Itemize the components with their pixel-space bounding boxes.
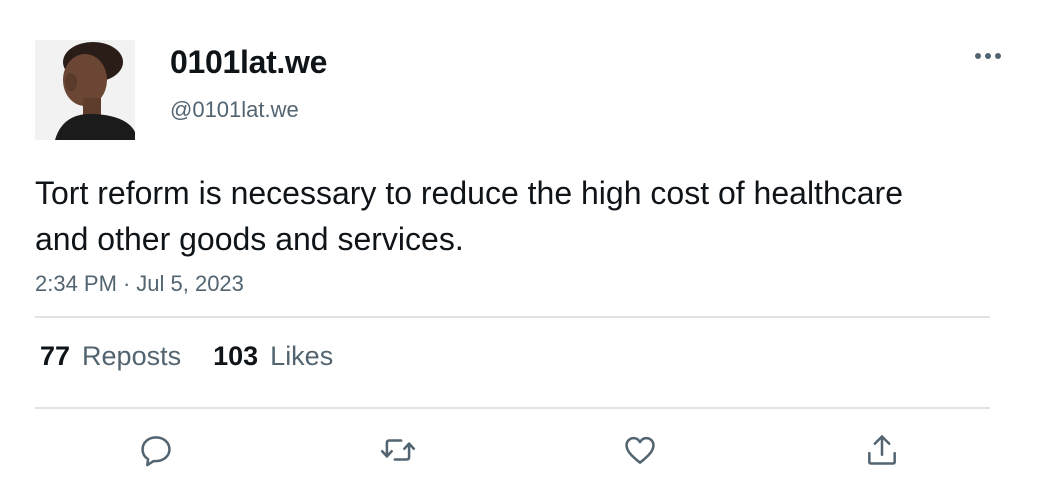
tweet-timestamp[interactable]: 2:34 PM · Jul 5, 2023 <box>35 271 244 297</box>
handle[interactable]: @0101lat.we <box>170 97 299 123</box>
reposts-stat[interactable]: 77 Reposts <box>40 341 181 372</box>
share-button[interactable] <box>860 428 904 472</box>
meta-separator: · <box>122 271 131 296</box>
display-name[interactable]: 0101lat.we <box>170 44 327 81</box>
reposts-label: Reposts <box>82 341 182 371</box>
more-icon <box>975 53 1001 59</box>
divider-top <box>35 316 990 318</box>
repost-icon <box>380 439 416 461</box>
reply-icon <box>141 436 171 467</box>
tweet-date: Jul 5, 2023 <box>136 271 244 296</box>
avatar[interactable] <box>35 40 135 140</box>
profile-photo-icon <box>35 40 135 140</box>
engagement-stats: 77 Reposts 103 Likes <box>40 341 333 372</box>
reply-button[interactable] <box>134 428 178 472</box>
like-button[interactable] <box>618 428 662 472</box>
like-icon <box>625 436 655 464</box>
likes-count: 103 <box>213 341 259 371</box>
likes-label: Likes <box>270 341 334 371</box>
tweet-text: Tort reform is necessary to reduce the h… <box>35 175 903 257</box>
reposts-count: 77 <box>40 341 71 371</box>
more-options-button[interactable] <box>970 42 1006 70</box>
repost-button[interactable] <box>376 428 420 472</box>
tweet-time: 2:34 PM <box>35 271 117 296</box>
share-icon <box>868 435 896 465</box>
divider-bottom <box>35 407 990 409</box>
likes-stat[interactable]: 103 Likes <box>213 341 333 372</box>
